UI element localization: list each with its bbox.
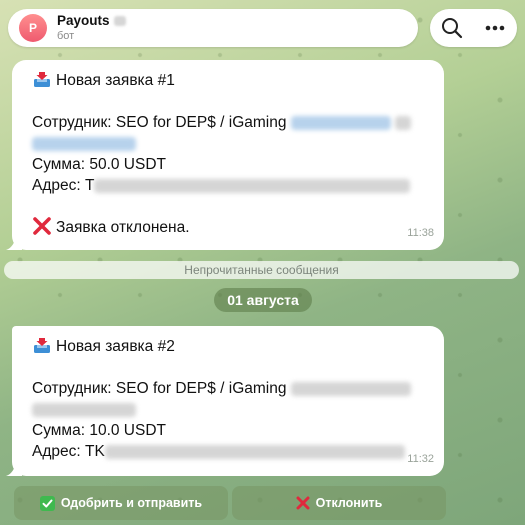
message-bubble[interactable]: Новая заявка #2 Сотрудник: SEO for DEP$ … bbox=[6, 326, 444, 476]
employee-value: SEO for DEP$ / iGaming bbox=[115, 114, 287, 131]
search-button[interactable] bbox=[437, 13, 467, 43]
message-time: 11:32 bbox=[407, 453, 434, 465]
date-separator[interactable]: 01 августа bbox=[214, 288, 312, 312]
cross-mark-icon bbox=[33, 217, 51, 235]
cross-mark-icon bbox=[296, 496, 310, 510]
redacted-id bbox=[395, 115, 412, 130]
address-prefix: TK bbox=[85, 443, 105, 460]
inbox-tray-icon bbox=[34, 338, 50, 353]
amount-line: Сумма: 10.0 USDT bbox=[32, 422, 166, 439]
more-button[interactable] bbox=[480, 13, 510, 43]
more-icon bbox=[485, 25, 505, 31]
redacted-address bbox=[104, 444, 405, 459]
amount-line: Сумма: 50.0 USDT bbox=[32, 156, 166, 173]
message-bubble[interactable]: Новая заявка #1 Сотрудник: SEO for DEP$ … bbox=[6, 60, 444, 250]
approve-and-send-button[interactable]: Одобрить и отправить bbox=[14, 486, 228, 520]
inbox-tray-icon bbox=[34, 72, 50, 87]
status-line: Заявка отклонена. bbox=[32, 217, 430, 238]
unread-separator: Непрочитанные сообщения bbox=[4, 261, 519, 279]
employee-line: Сотрудник: SEO for DEP$ / iGaming bbox=[32, 112, 430, 133]
chat-subtitle: бот bbox=[57, 29, 75, 42]
amount-value: 50.0 USDT bbox=[89, 156, 166, 173]
search-icon bbox=[441, 18, 462, 39]
message-title: Новая заявка #2 bbox=[56, 338, 175, 355]
redacted-address bbox=[94, 178, 411, 193]
chat-title: Payouts bbox=[57, 13, 110, 29]
employee-value: SEO for DEP$ / iGaming bbox=[115, 380, 287, 397]
status-text: Заявка отклонена. bbox=[56, 219, 190, 236]
employee-line: Сотрудник: SEO for DEP$ / iGaming bbox=[32, 378, 430, 399]
employee-line-cont bbox=[32, 399, 430, 420]
reject-label: Отклонить bbox=[315, 496, 383, 510]
reject-button[interactable]: Отклонить bbox=[232, 486, 446, 520]
redacted-chip bbox=[113, 16, 126, 26]
address-line: Адрес: T bbox=[32, 175, 430, 196]
message-title: Новая заявка #1 bbox=[56, 72, 175, 89]
bubble-tail bbox=[6, 236, 22, 250]
redacted-id-cont bbox=[32, 136, 136, 151]
redacted-id-cont bbox=[32, 402, 136, 417]
employee-line-cont bbox=[32, 133, 430, 154]
approve-label: Одобрить и отправить bbox=[60, 496, 203, 510]
message-title-line: Новая заявка #2 bbox=[32, 336, 430, 357]
redacted-username bbox=[290, 381, 411, 396]
message-time: 11:38 bbox=[407, 227, 434, 239]
redacted-username bbox=[290, 115, 391, 130]
address-prefix: T bbox=[85, 177, 95, 194]
header-actions bbox=[430, 9, 517, 47]
chat-title-block: Payouts бот bbox=[57, 14, 126, 42]
address-line: Адрес: TK bbox=[32, 441, 430, 462]
check-mark-icon bbox=[39, 495, 55, 511]
amount-value: 10.0 USDT bbox=[89, 422, 166, 439]
chat-header[interactable]: P Payouts бот bbox=[8, 9, 418, 47]
avatar[interactable]: P bbox=[19, 14, 47, 42]
bubble-tail bbox=[6, 462, 22, 476]
message-title-line: Новая заявка #1 bbox=[32, 70, 430, 91]
